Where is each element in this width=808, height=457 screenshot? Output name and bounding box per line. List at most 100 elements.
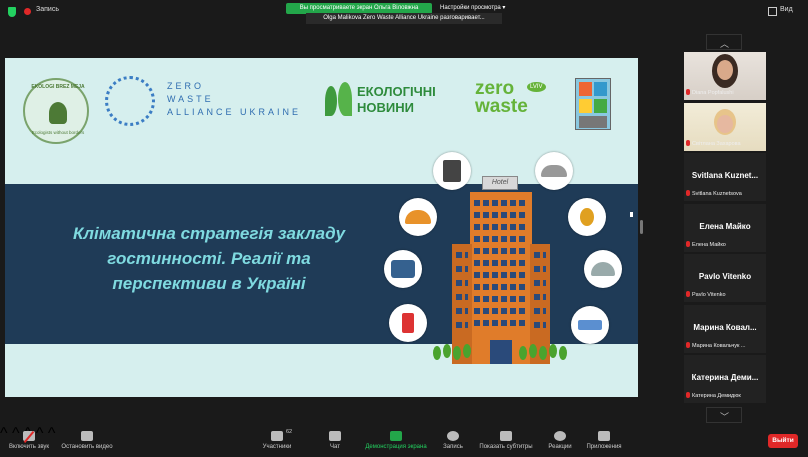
zero-waste-alliance-logo-icon (105, 76, 155, 126)
hotel-sign: Hotel (482, 176, 518, 190)
shared-screen: EKOLOGI BREZ MEJA Ecologists without bor… (5, 58, 638, 397)
participant-footer: Катерина Демидюк (686, 392, 764, 401)
participant-tile[interactable]: Pavlo Vitenko Pavlo Vitenko (684, 254, 766, 302)
share-screen-label: Демонстрация экрана (365, 444, 427, 450)
iron-icon (584, 250, 622, 288)
video-camera-icon (81, 431, 93, 441)
unmute-label: Включить звук (8, 444, 49, 450)
muted-mic-icon (686, 89, 690, 95)
participant-tile[interactable]: Diana Popfalushi (684, 52, 766, 100)
waste-text: waste (475, 96, 528, 117)
bell-cloche-icon (399, 198, 437, 236)
reactions-label: Реакции (548, 444, 572, 450)
unmute-button[interactable]: Включить звук (6, 425, 52, 457)
security-shield-icon[interactable] (8, 7, 16, 17)
record-icon (447, 431, 459, 441)
chat-label: Чат (330, 444, 340, 450)
recycling-bins-icon (575, 78, 611, 130)
tree-icon (453, 346, 461, 360)
view-options-button[interactable]: Настройки просмотра ▾ (440, 4, 505, 11)
recording-icon (24, 8, 31, 15)
luggage-icon (384, 250, 422, 288)
participants-button[interactable]: 62 Участники (256, 425, 298, 457)
view-button[interactable]: Вид (780, 6, 793, 13)
participant-name: Елена Майко (692, 242, 726, 248)
hotel-sign-text: Hotel (491, 179, 509, 186)
slide-title-line3: перспективи в Україні (112, 274, 306, 293)
share-screen-icon (390, 431, 402, 441)
share-screen-button[interactable]: Демонстрация экрана (360, 425, 432, 457)
zero-waste-alliance-text: ZERO WASTE ALLIANCE UKRAINE (167, 80, 301, 119)
mouse-cursor-icon (630, 212, 633, 217)
tree-icon (529, 344, 537, 358)
tree-icon (49, 102, 67, 124)
lviv-badge: LVIV (527, 82, 546, 92)
keys-icon (568, 198, 606, 236)
record-button[interactable]: Запись (436, 425, 470, 457)
emoji-reaction-icon (554, 431, 566, 441)
top-bar: Запись Вы просматриваете экран Ольга Віл… (0, 0, 808, 24)
meeting-toolbar: Включить звук ^ Остановить видео ^ 62 Уч… (0, 425, 808, 457)
leave-meeting-button[interactable]: Выйти (768, 434, 798, 448)
participant-tile[interactable]: Елена Майко Елена Майко (684, 204, 766, 252)
subtitles-label: Показать субтитры (479, 444, 533, 450)
slide-title: Кліматична стратегія закладу гостинності… (29, 221, 389, 296)
panel-resize-handle[interactable] (640, 220, 643, 234)
stop-video-label: Остановить видео (61, 444, 113, 450)
participant-display-name: Катерина Деми... (691, 373, 759, 382)
participant-name: Світлана Захарова (692, 141, 741, 147)
chat-button[interactable]: Чат (318, 425, 352, 457)
muted-mic-icon (686, 190, 690, 196)
record-label: Запись (443, 444, 463, 450)
participant-footer: Світлана Захарова (686, 140, 764, 149)
active-speaker-label: Olga Malikova Zero Waste Alliance Ukrain… (306, 13, 502, 24)
grid-view-icon[interactable] (768, 7, 777, 16)
participant-tile[interactable]: Світлана Захарова (684, 103, 766, 151)
participants-count: 62 (286, 429, 293, 435)
zw-line1: ZERO (167, 81, 205, 91)
zoom-window: Запись Вы просматриваете экран Ольга Віл… (0, 0, 808, 457)
participant-name: Pavlo Vitenko (692, 292, 726, 298)
eco-news-line2: НОВИНИ (357, 100, 414, 115)
chat-bubble-icon (329, 431, 341, 441)
tree-icon (549, 344, 557, 358)
participants-icon (271, 431, 283, 441)
participant-display-name: Pavlo Vitenko (698, 272, 752, 281)
participant-footer: Елена Майко (686, 241, 764, 250)
participants-scroll-down-button[interactable]: ﹀ (706, 407, 742, 423)
tree-icon (433, 346, 441, 360)
muted-mic-icon (686, 392, 690, 398)
participant-name: Катерина Демидюк (692, 393, 741, 399)
participant-tile[interactable]: Марина Ковал... Марина Ковальчук ... (684, 305, 766, 353)
reactions-button[interactable]: Реакции (542, 425, 578, 457)
participant-display-name: Svitlana Kuznet... (691, 171, 759, 180)
participant-tile[interactable]: Svitlana Kuznet... Svitlana Kuznetsova (684, 153, 766, 201)
hotel-building-illustration: Hotel (448, 174, 554, 364)
ecologists-without-borders-logo: EKOLOGI BREZ MEJA Ecologists without bor… (23, 78, 89, 144)
bed-icon (571, 306, 609, 344)
participant-tile[interactable]: Катерина Деми... Катерина Демидюк (684, 355, 766, 403)
tree-icon (539, 346, 547, 360)
participant-footer: Diana Popfalushi (686, 89, 764, 98)
slide-title-line1: Кліматична стратегія закладу (72, 224, 346, 243)
participants-label: Участники (262, 444, 292, 450)
eco-news-logo-text: ЕКОЛОГІЧНІ НОВИНИ (357, 84, 436, 116)
muted-mic-icon (686, 140, 690, 146)
ebm-logo-bottom-text: Ecologists without borders (31, 130, 85, 135)
tree-icon (443, 344, 451, 358)
chevron-down-icon: ﹀ (720, 412, 730, 422)
closed-captions-icon (500, 431, 512, 441)
participant-display-name: Марина Ковал... (693, 323, 757, 332)
apps-icon (598, 431, 610, 441)
slide-title-line2: гостинності. Реалії та (107, 249, 311, 268)
zw-line3: ALLIANCE UKRAINE (167, 107, 302, 117)
stop-video-button[interactable]: Остановить видео (58, 425, 116, 457)
apps-button[interactable]: Приложения (582, 425, 626, 457)
participants-scroll-up-button[interactable]: ︿ (706, 34, 742, 50)
tree-icon (463, 344, 471, 358)
recording-label: Запись (36, 6, 59, 13)
door-lock-icon (389, 304, 427, 342)
tree-icon (519, 346, 527, 360)
muted-mic-icon (686, 342, 690, 348)
show-subtitles-button[interactable]: Показать субтитры (474, 425, 538, 457)
